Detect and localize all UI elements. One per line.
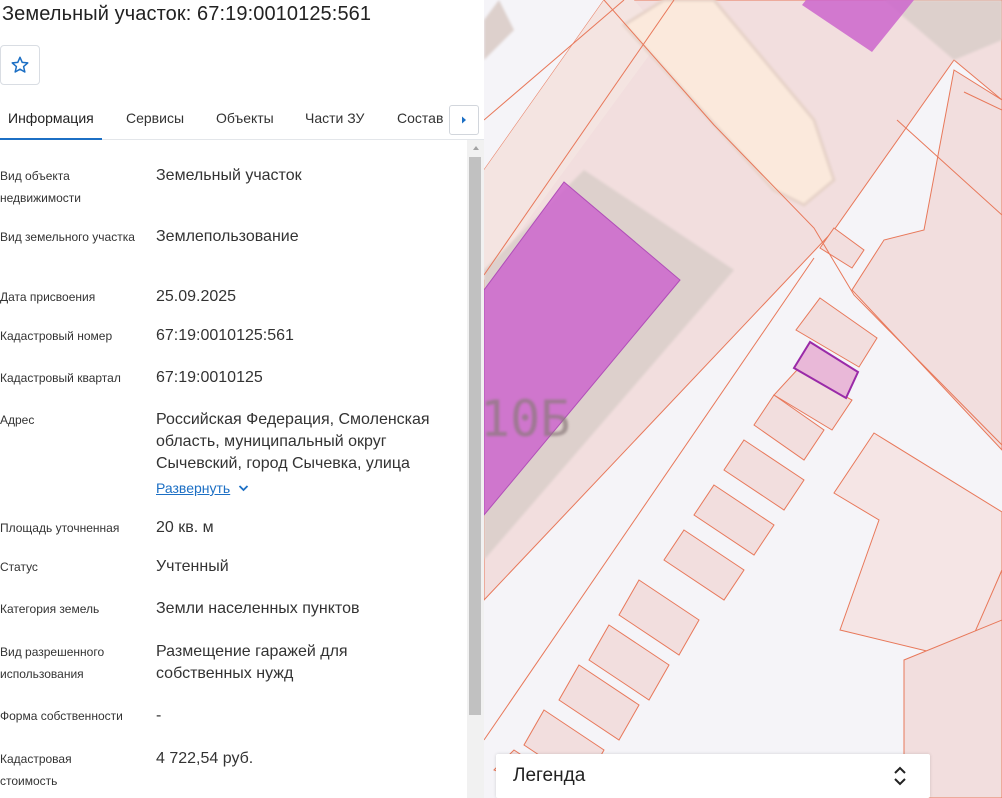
scroll-up-arrow-icon[interactable]: [467, 142, 484, 154]
field-value: -: [156, 707, 162, 724]
info-content: Вид объекта недвижимости Земельный участ…: [0, 140, 466, 798]
field-value: 4 722,54 руб.: [156, 750, 254, 767]
field-label: Адрес: [0, 413, 35, 427]
map-view[interactable]: 10Б: [484, 0, 1002, 798]
field-label: Площадь уточненная: [0, 521, 120, 535]
field-label: Кадастровая стоимость: [0, 752, 72, 788]
field-value: Размещение гаражей для собственных нужд: [156, 643, 348, 682]
field-label: Статус: [0, 560, 38, 574]
field-value: Учтенный: [156, 558, 229, 575]
star-outline-icon: [11, 56, 29, 73]
building-number-label: 10Б: [484, 390, 570, 448]
expand-label: Развернуть: [156, 480, 231, 496]
field-label: Вид земельного участка: [0, 230, 135, 244]
field-value: 25.09.2025: [156, 288, 237, 305]
field-value: 67:19:0010125: [156, 369, 263, 386]
field-label: Кадастровый квартал: [0, 371, 121, 385]
field-value: Российская Федерация, Смоленская область…: [156, 411, 430, 472]
page-title: Земельный участок: 67:19:0010125:561: [2, 3, 372, 25]
field-value: Землепользование: [156, 228, 299, 245]
tab-composition[interactable]: Состав: [397, 98, 443, 140]
expand-address-link[interactable]: Развернуть: [156, 480, 249, 496]
scrollbar-thumb[interactable]: [469, 157, 481, 715]
tab-objects[interactable]: Объекты: [216, 98, 274, 140]
field-label: Форма собственности: [0, 709, 123, 723]
field-label: Вид разрешенного использования: [0, 645, 105, 681]
field-value: Земли населенных пунктов: [156, 600, 360, 617]
field-label: Дата присвоения: [0, 290, 96, 304]
parcel-area[interactable]: [833, 432, 1002, 661]
field-value: Земельный участок: [156, 167, 302, 184]
field-value: 20 кв. м: [156, 519, 214, 536]
tabs-next-button[interactable]: [449, 105, 479, 135]
field-label: Вид объекта недвижимости: [0, 169, 81, 205]
field-label: Категория земель: [0, 602, 100, 616]
tab-bar: Информация Сервисы Объекты Части ЗУ Сост…: [0, 98, 484, 140]
chevron-up-down-icon[interactable]: [890, 764, 910, 788]
legend-title: Легенда: [513, 765, 586, 786]
chevron-down-icon: [239, 485, 249, 492]
scrollbar[interactable]: [467, 140, 484, 798]
legend-panel[interactable]: Легенда: [496, 754, 930, 798]
tab-services[interactable]: Сервисы: [126, 98, 184, 140]
caret-right-icon: [462, 116, 466, 124]
tab-information[interactable]: Информация: [0, 98, 102, 140]
tab-parts[interactable]: Части ЗУ: [305, 98, 364, 140]
field-value: 67:19:0010125:561: [156, 327, 294, 344]
map-canvas[interactable]: 10Б: [484, 0, 1002, 798]
field-label: Кадастровый номер: [0, 329, 113, 343]
info-panel: Земельный участок: 67:19:0010125:561 Инф…: [0, 0, 484, 798]
favorite-button[interactable]: [0, 45, 40, 85]
